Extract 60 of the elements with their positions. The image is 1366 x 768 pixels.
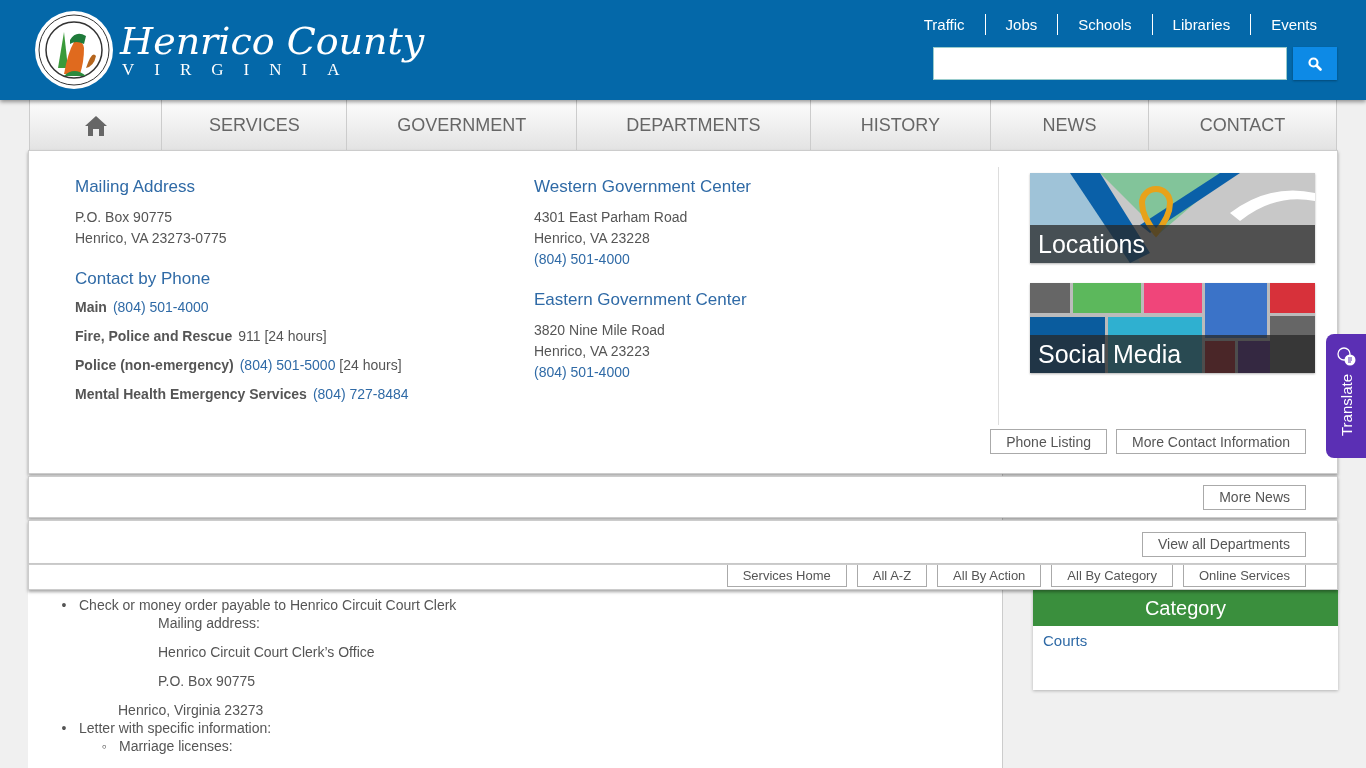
phone-label: Main — [75, 299, 107, 315]
section-heading: Mailing Address — [75, 177, 196, 197]
address-line: P.O. Box 90775 — [157, 672, 256, 690]
tile-label: Social Media — [1030, 335, 1315, 373]
address-line: Henrico Circuit Court Clerk’s Office — [157, 643, 375, 661]
category-heading: Category — [1033, 590, 1338, 626]
section-heading: Western Government Center — [534, 177, 752, 197]
address-line: Henrico, VA 23223 — [534, 342, 651, 361]
phone-note: 911 [24 hours] — [238, 328, 327, 344]
list-item-text: Letter with specific information: — [79, 719, 272, 737]
tile-link[interactable]: Social Media — [1030, 283, 1315, 373]
county-seal-logo[interactable] — [34, 10, 114, 90]
outline-button[interactable]: Online Services — [1182, 565, 1306, 587]
list-item-text: Marriage licenses: — [119, 737, 233, 755]
outline-button[interactable]: All A-Z — [856, 565, 928, 587]
utility-link[interactable]: Traffic — [903, 14, 985, 35]
category-link[interactable]: Courts — [1043, 632, 1088, 649]
address-line: 4301 East Parham Road — [534, 208, 689, 227]
bullet-mark: • — [60, 719, 68, 737]
phone-link[interactable]: (804) 501-4000 — [534, 364, 630, 380]
section-heading: Contact by Phone — [75, 269, 212, 289]
outline-button[interactable]: View all Departments — [1141, 531, 1306, 557]
outline-button[interactable]: Phone Listing — [990, 429, 1108, 454]
outline-button[interactable]: More News — [1203, 484, 1306, 510]
address-line: P.O. Box 90775 — [75, 208, 174, 227]
outline-button[interactable]: More Contact Information — [1116, 429, 1306, 454]
outline-button[interactable]: Services Home — [726, 565, 847, 587]
bullet-mark: ◦ — [100, 737, 108, 755]
address-line: 3820 Nine Mile Road — [534, 321, 666, 340]
address-line: Henrico, VA 23273-0775 — [75, 229, 228, 248]
address-line: Mailing address: — [157, 614, 260, 632]
address-line: Henrico, Virginia 23273 — [117, 701, 264, 719]
phone-label: Fire, Police and Rescue — [75, 328, 233, 344]
outline-button[interactable]: All By Category — [1051, 565, 1173, 587]
search-button[interactable] — [1293, 47, 1337, 80]
outline-button[interactable]: All By Action — [937, 565, 1042, 587]
address-line: Henrico, VA 23228 — [534, 229, 651, 248]
utility-link[interactable]: Jobs — [984, 14, 1058, 35]
list-item-text: Check or money order payable to Henrico Circuit Court Clerk — [79, 596, 457, 614]
tile-label: Locations — [1030, 225, 1315, 263]
translate-tab[interactable]: Translate — [1326, 334, 1366, 458]
utility-link[interactable]: Schools — [1057, 14, 1152, 35]
site-title: Henrico County — [120, 21, 425, 61]
phone-link[interactable]: (804) 727-8484 — [312, 386, 409, 402]
utility-link[interactable]: Libraries — [1151, 14, 1251, 35]
phone-link[interactable]: (804) 501-4000 — [534, 251, 630, 267]
phone-link[interactable]: (804) 501-4000 — [112, 299, 209, 315]
search-field[interactable] — [933, 47, 1287, 80]
home-icon — [84, 114, 107, 136]
search-icon — [1308, 56, 1322, 71]
site-subtitle: VIRGINIA — [121, 61, 360, 79]
tile-link[interactable]: Locations — [1030, 173, 1315, 263]
utility-link[interactable]: Events — [1250, 14, 1337, 35]
translate-icon — [1336, 346, 1356, 366]
phone-label: Police (non-emergency) — [75, 357, 234, 373]
bullet-mark: • — [60, 596, 68, 614]
section-heading: Eastern Government Center — [534, 290, 748, 310]
phone-note: [24 hours] — [338, 357, 402, 373]
phone-link[interactable]: (804) 501-5000 — [239, 357, 336, 373]
phone-label: Mental Health Emergency Services — [75, 386, 307, 402]
